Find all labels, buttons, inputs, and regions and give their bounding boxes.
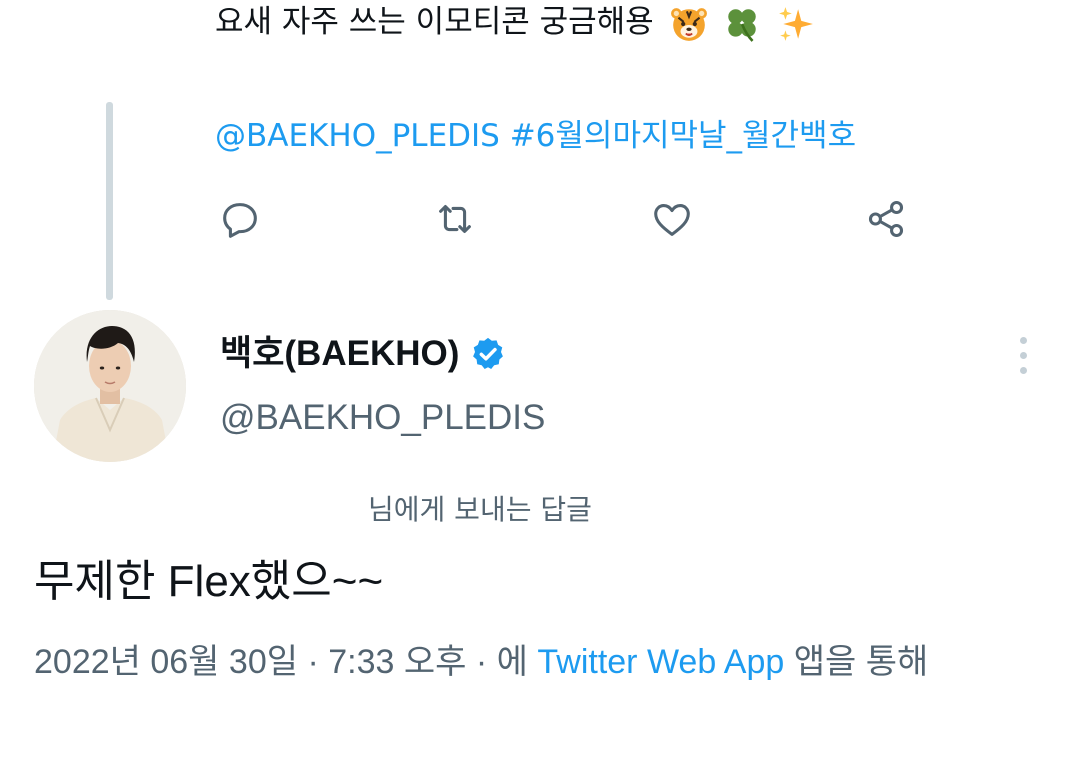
handle[interactable]: @BAEKHO_PLEDIS xyxy=(220,394,545,442)
via-prefix: 에 xyxy=(496,643,538,681)
reply-icon xyxy=(223,203,257,238)
avatar[interactable] xyxy=(34,310,186,462)
display-name-text: 백호(BAEKHO) xyxy=(220,334,460,373)
previous-tweet-body: 요새 자주 쓰는 이모티콘 궁금해용 xyxy=(215,4,654,40)
retweet-icon xyxy=(439,205,471,233)
hashtag-link[interactable]: #6월의마지막날_월간백호 xyxy=(510,118,856,154)
tweet-time[interactable]: 7:33 오후 xyxy=(328,643,466,681)
more-dot-icon xyxy=(1019,351,1027,359)
like-button[interactable] xyxy=(647,194,697,244)
source-app-link[interactable]: Twitter Web App xyxy=(537,643,784,681)
profile-photo xyxy=(34,310,186,462)
mention-link[interactable]: @BAEKHO_PLEDIS xyxy=(215,118,500,154)
verified-badge-icon xyxy=(469,335,507,373)
tweet-date[interactable]: 2022년 06월 30일 xyxy=(34,643,298,681)
reply-context: 님에게 보내는 답글 xyxy=(368,493,592,526)
meta-separator: · xyxy=(466,643,497,681)
tweet-text: 무제한 Flex했으~~ xyxy=(34,557,384,606)
four-leaf-clover-icon xyxy=(723,5,761,43)
thread-line xyxy=(106,102,113,300)
retweet-button[interactable] xyxy=(430,194,480,244)
more-options-button[interactable] xyxy=(1008,330,1038,380)
tiger-face-icon xyxy=(670,5,708,43)
more-dot-icon xyxy=(1019,336,1027,344)
via-suffix: 앱을 통해 xyxy=(784,643,929,681)
share-icon xyxy=(868,200,904,238)
tweet-meta: 2022년 06월 30일 · 7:33 오후 · 에 Twitter Web … xyxy=(34,636,1044,688)
more-dot-icon xyxy=(1019,366,1027,374)
reply-button[interactable] xyxy=(215,194,265,244)
display-name[interactable]: 백호(BAEKHO) xyxy=(220,330,507,378)
previous-tweet-text: 요새 자주 쓰는 이모티콘 궁금해용 xyxy=(215,0,815,44)
like-icon xyxy=(654,204,690,236)
sparkles-icon xyxy=(777,5,815,43)
previous-tweet-links: @BAEKHO_PLEDIS #6월의마지막날_월간백호 xyxy=(215,114,856,158)
share-button[interactable] xyxy=(861,194,911,244)
meta-separator: · xyxy=(298,643,329,681)
